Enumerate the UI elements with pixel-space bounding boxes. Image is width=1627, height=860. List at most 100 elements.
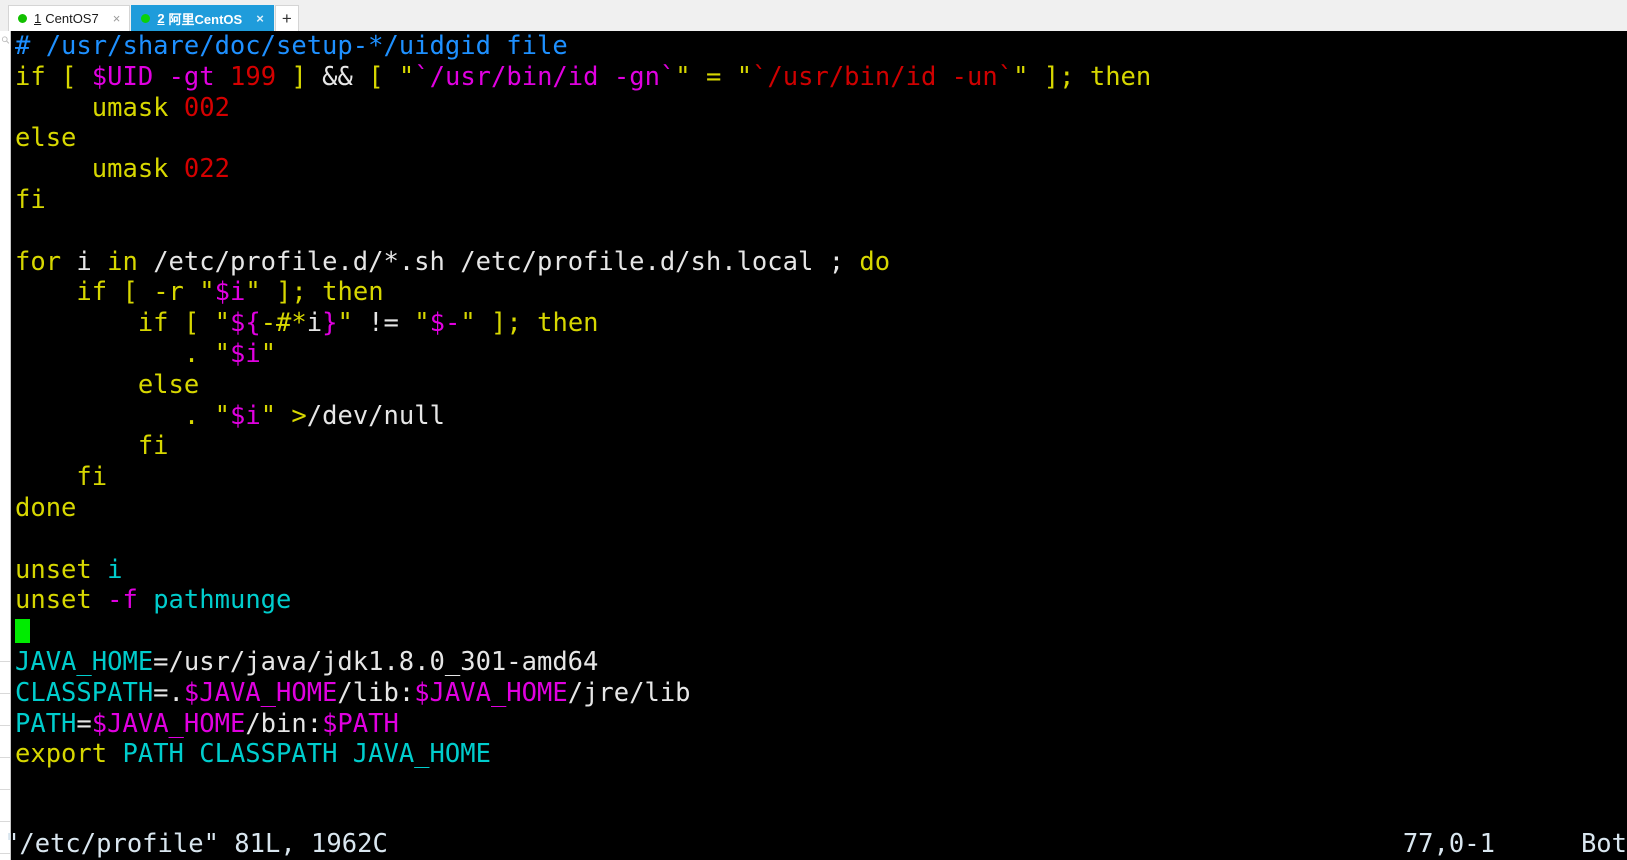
new-tab-button[interactable]: + — [274, 5, 299, 31]
vim-line: fi — [15, 185, 1627, 216]
vim-token: unset — [15, 585, 92, 616]
connected-dot-icon — [141, 14, 151, 23]
vim-line: . "$i" >/dev/null — [15, 401, 1627, 432]
vim-token: " — [245, 277, 261, 308]
vim-token: /etc/profile.d/*.sh /etc/profile.d/sh.lo… — [137, 246, 860, 277]
vim-token: do — [859, 246, 891, 277]
vim-token: " — [460, 308, 476, 339]
vim-token: i — [61, 246, 108, 277]
vim-token: ` — [659, 61, 676, 92]
vim-token: # /usr/share/doc/setup-*/uidgid file — [15, 31, 568, 61]
vim-token: else — [15, 123, 77, 154]
vim-token — [15, 431, 138, 461]
vim-token: ]; — [475, 308, 538, 339]
vim-token: $i — [229, 338, 261, 369]
vim-token: " — [1013, 61, 1029, 92]
vim-token — [92, 555, 107, 585]
vim-token: for — [15, 246, 62, 277]
vim-token: != — [352, 308, 415, 339]
vim-token: $i — [229, 400, 261, 431]
vim-token: ${ — [229, 308, 261, 339]
vim-line: export PATH CLASSPATH JAVA_HOME — [15, 739, 1627, 770]
vim-token: [ — [45, 61, 92, 92]
vim-token: -r — [153, 277, 184, 308]
vim-token: /dev/null — [306, 400, 445, 431]
vim-token: PATH CLASSPATH JAVA_HOME — [122, 739, 491, 770]
vim-token: /bin: — [245, 708, 323, 739]
vim-token: =/usr/java/jdk1.8.0_301-amd64 — [153, 646, 599, 677]
vim-token: " — [214, 338, 230, 369]
vim-line — [15, 616, 1627, 647]
tab-centos7[interactable]: 1 CentOS7 × — [8, 5, 131, 31]
vim-token: $JAVA_HOME — [91, 708, 246, 739]
vim-token — [276, 401, 291, 431]
vim-token: && — [306, 61, 369, 92]
vim-line — [15, 524, 1627, 555]
close-icon[interactable]: × — [111, 12, 123, 25]
vim-token: ]; — [260, 277, 323, 308]
vim-token: i — [107, 554, 123, 585]
vim-token — [107, 739, 122, 769]
vim-token: $i — [214, 277, 246, 308]
vim-token: JAVA_HOME — [15, 646, 154, 677]
vim-token: then — [537, 308, 599, 339]
vim-line: . "$i" — [15, 339, 1627, 370]
vim-token: if — [76, 277, 108, 308]
vim-token — [184, 277, 199, 307]
vim-line — [15, 216, 1627, 247]
vim-token: `/usr/bin/id -un` — [752, 61, 1014, 92]
connected-dot-icon — [18, 14, 27, 23]
vim-line: fi — [15, 431, 1627, 462]
vim-token: $PATH — [322, 708, 399, 739]
vim-token — [15, 462, 76, 492]
vim-token: } — [322, 308, 338, 339]
vim-token: $UID — [91, 61, 154, 92]
close-icon[interactable]: × — [254, 12, 266, 25]
vim-token: " — [260, 400, 277, 431]
search-icon — [1, 36, 10, 44]
vim-token — [15, 277, 76, 307]
vim-token: " — [199, 277, 215, 308]
vim-token: 002 — [183, 92, 230, 123]
vim-token: [ — [168, 308, 215, 339]
vim-token: . — [183, 400, 200, 431]
vim-line: PATH=$JAVA_HOME/bin:$PATH — [15, 709, 1627, 740]
vim-token: /jre/lib — [567, 677, 691, 708]
vim-line: umask 022 — [15, 154, 1627, 185]
vim-line: if [ -r "$i" ]; then — [15, 277, 1627, 308]
tab-bar: 1 CentOS7 × 2 阿里CentOS × + — [0, 0, 1627, 31]
vim-token: " — [214, 308, 230, 339]
tab-number: 2 — [157, 11, 165, 26]
vim-token — [199, 401, 214, 431]
vim-token: " — [736, 61, 753, 92]
vim-line: else — [15, 370, 1627, 401]
vim-token: " — [260, 338, 277, 369]
vim-token: ] — [276, 61, 307, 92]
vim-token: then — [1089, 61, 1152, 92]
vim-text-buffer[interactable]: # /usr/share/doc/setup-*/uidgid file if [… — [11, 31, 1627, 860]
vim-token: " — [337, 308, 353, 339]
vim-token — [15, 401, 184, 431]
vim-token: PATH — [15, 708, 77, 739]
tab-ali-centos[interactable]: 2 阿里CentOS × — [131, 5, 274, 31]
text-cursor — [15, 619, 30, 644]
vim-token: in — [107, 246, 138, 277]
vim-token: fi — [15, 184, 46, 215]
vim-token: fi — [76, 462, 108, 493]
vim-token — [215, 62, 230, 92]
vim-token: -gt — [168, 61, 215, 92]
vim-line: fi — [15, 462, 1627, 493]
vim-token: -f — [107, 585, 138, 616]
left-gutter-scrollbar[interactable] — [0, 31, 11, 860]
vim-token — [199, 339, 214, 369]
vim-token: $- — [429, 308, 461, 339]
vim-token: ]; — [1028, 61, 1090, 92]
vim-token: " — [414, 308, 430, 339]
vim-token: = — [690, 61, 737, 92]
vim-token: i — [306, 308, 323, 339]
vim-token: CLASSPATH — [15, 677, 154, 708]
status-cursor-position: 77,0-1 — [1402, 829, 1495, 859]
vim-token: [ — [107, 277, 154, 308]
terminal-area: # /usr/share/doc/setup-*/uidgid file if [… — [0, 31, 1627, 860]
vim-token: unset — [15, 554, 92, 585]
